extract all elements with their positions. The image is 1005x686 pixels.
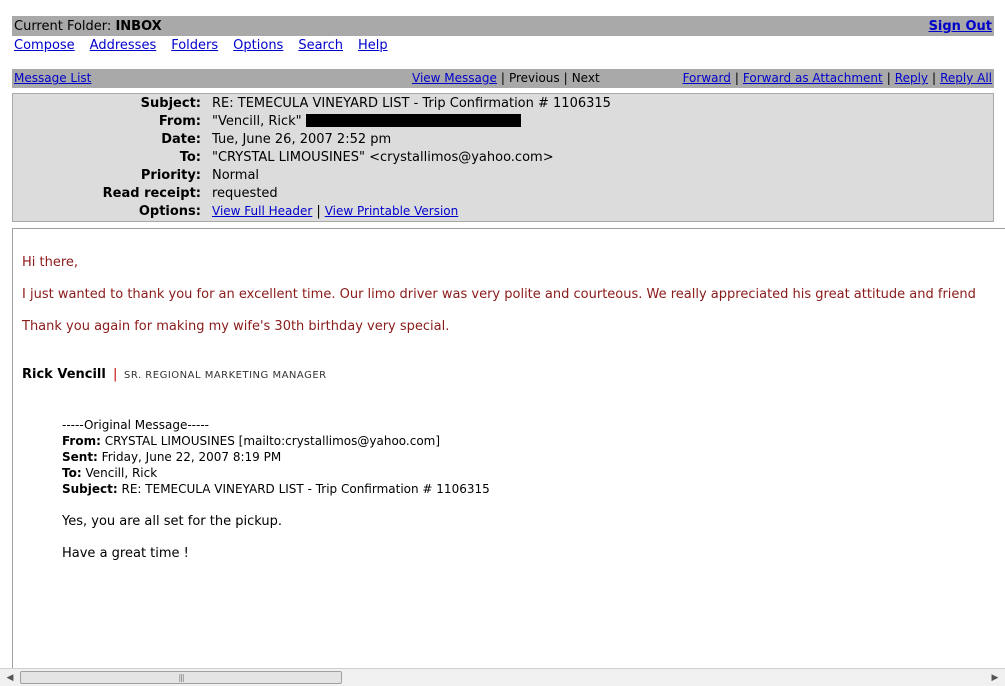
original-subject-line: Subject: RE: TEMECULA VINEYARD LIST - Tr… (62, 482, 490, 496)
body-paragraph-1: I just wanted to thank you for an excell… (22, 287, 976, 302)
view-full-header-link[interactable]: View Full Header (212, 204, 312, 218)
message-body[interactable]: Hi there, I just wanted to thank you for… (12, 228, 1005, 668)
scrollbar-thumb[interactable]: ||| (20, 671, 342, 684)
separator: | (734, 71, 739, 85)
original-from-value: CRYSTAL LIMOUSINES [mailto:crystallimos@… (100, 434, 441, 448)
original-sent-value: Friday, June 22, 2007 8:19 PM (97, 450, 282, 464)
grip-icon: ||| (178, 673, 184, 682)
to-value: "CRYSTAL LIMOUSINES" <crystallimos@yahoo… (212, 150, 554, 165)
original-to-label: To: (62, 466, 82, 480)
header-row-subject: Subject: RE: TEMECULA VINEYARD LIST - Tr… (13, 96, 993, 114)
body-paragraph-2: Thank you again for making my wife's 30t… (22, 319, 450, 334)
message-list-link[interactable]: Message List (14, 71, 91, 85)
previous-text: Previous (508, 71, 560, 85)
separator: | (932, 71, 937, 85)
header-row-read-receipt: Read receipt: requested (13, 186, 993, 204)
read-receipt-label: Read receipt: (102, 186, 201, 201)
original-from-label: From: (62, 434, 101, 448)
current-folder-name: INBOX (115, 18, 162, 34)
original-subject-value: RE: TEMECULA VINEYARD LIST - Trip Confir… (117, 482, 490, 496)
view-message-link[interactable]: View Message (412, 71, 497, 85)
nav-addresses[interactable]: Addresses (90, 38, 157, 56)
nav-folders[interactable]: Folders (171, 38, 218, 56)
sign-out-link[interactable]: Sign Out (929, 19, 992, 34)
nav-help[interactable]: Help (358, 38, 388, 56)
current-folder-text: Current Folder: (14, 18, 112, 34)
current-folder-label: Current Folder: INBOX (14, 19, 162, 34)
separator: | (563, 71, 568, 85)
read-receipt-value: requested (212, 186, 278, 201)
priority-value: Normal (212, 168, 260, 183)
main-nav: Compose Addresses Folders Options Search… (14, 38, 388, 56)
next-text: Next (571, 71, 600, 85)
date-label: Date: (161, 132, 201, 147)
separator: | (316, 204, 321, 219)
view-printable-version-link[interactable]: View Printable Version (325, 204, 459, 218)
scroll-left-arrow-icon[interactable]: ◀ (2, 669, 18, 686)
original-sent-line: Sent: Friday, June 22, 2007 8:19 PM (62, 450, 281, 464)
from-value-wrap: "Vencill, Rick" (212, 114, 521, 129)
nav-options[interactable]: Options (233, 38, 283, 56)
original-from-line: From: CRYSTAL LIMOUSINES [mailto:crystal… (62, 434, 440, 448)
separator: | (500, 71, 505, 85)
message-toolbar: Message List View Message | Previous | Next … (12, 69, 994, 88)
original-to-value: Vencill, Rick (81, 466, 158, 480)
header-row-from: From: "Vencill, Rick" (13, 114, 993, 132)
nav-compose[interactable]: Compose (14, 38, 75, 56)
original-subject-label: Subject: (62, 482, 118, 496)
header-row-to: To: "CRYSTAL LIMOUSINES" <crystallimos@y… (13, 150, 993, 168)
current-folder-bar: Current Folder: INBOX Sign Out (12, 16, 994, 36)
header-row-options: Options: View Full Header | View Printable… (13, 204, 993, 222)
original-sent-label: Sent: (62, 450, 98, 464)
signature-title: SR. REGIONAL MARKETING MANAGER (124, 370, 327, 381)
subject-value: RE: TEMECULA VINEYARD LIST - Trip Confir… (212, 96, 611, 111)
from-label: From: (158, 114, 201, 129)
redaction-bar (305, 114, 521, 127)
scroll-right-arrow-icon[interactable]: ▶ (987, 669, 1003, 686)
date-value: Tue, June 26, 2007 2:52 pm (212, 132, 392, 147)
priority-label: Priority: (140, 168, 201, 183)
forward-as-attachment-link[interactable]: Forward as Attachment (743, 71, 883, 85)
message-header: Subject: RE: TEMECULA VINEYARD LIST - Tr… (12, 93, 994, 222)
reply-link[interactable]: Reply (895, 71, 928, 85)
options-label: Options: (138, 204, 201, 219)
signature-name: Rick Vencill (22, 367, 106, 382)
original-message-header: -----Original Message----- (62, 418, 209, 432)
separator: | (886, 71, 891, 85)
body-greeting: Hi there, (22, 255, 79, 270)
subject-label: Subject: (140, 96, 201, 111)
reply-all-link[interactable]: Reply All (940, 71, 992, 85)
from-value: "Vencill, Rick" (212, 114, 302, 129)
original-body-line-1: Yes, you are all set for the pickup. (62, 514, 282, 529)
original-to-line: To: Vencill, Rick (62, 466, 157, 480)
signature-separator: | (113, 367, 118, 382)
header-row-priority: Priority: Normal (13, 168, 993, 186)
nav-search[interactable]: Search (298, 38, 343, 56)
horizontal-scrollbar[interactable]: ◀ ||| ▶ (0, 668, 1005, 686)
options-links: View Full Header | View Printable Version (212, 204, 458, 219)
original-body-line-2: Have a great time ! (62, 546, 189, 561)
header-row-date: Date: Tue, June 26, 2007 2:52 pm (13, 132, 993, 150)
to-label: To: (179, 150, 201, 165)
forward-link[interactable]: Forward (683, 71, 731, 85)
